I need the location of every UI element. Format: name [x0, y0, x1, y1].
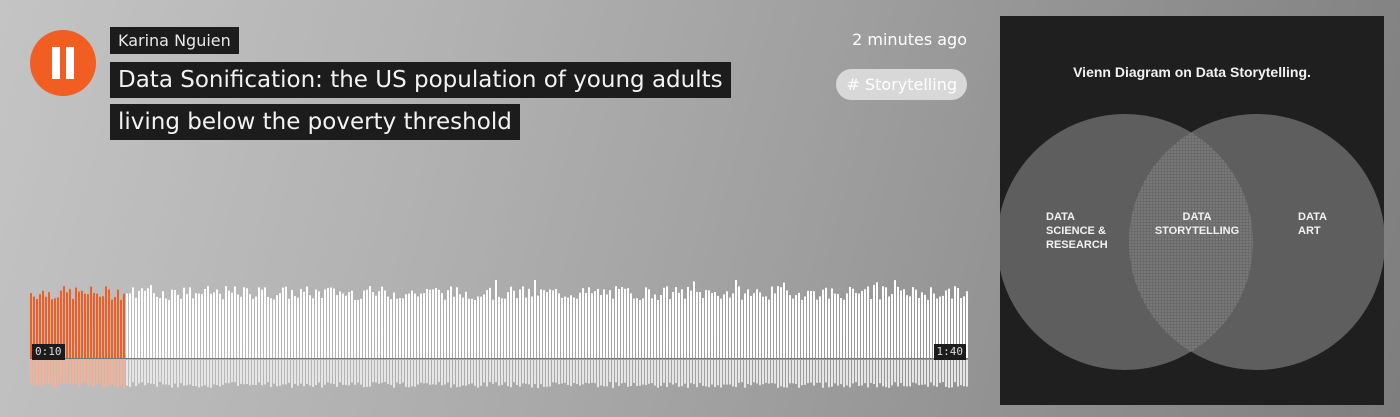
current-time: 0:10 — [32, 344, 65, 360]
artwork-title: Vienn Diagram on Data Storytelling. — [1073, 64, 1311, 80]
posted-time: 2 minutes ago — [852, 30, 967, 49]
tag-storytelling[interactable]: # Storytelling — [836, 69, 967, 100]
artist-name[interactable]: Karina Nguien — [110, 27, 239, 54]
pause-icon — [52, 47, 60, 79]
venn-label-middle: DATA STORYTELLING — [1154, 211, 1240, 237]
track-artwork[interactable]: Vienn Diagram on Data Storytelling. DATA… — [1000, 16, 1384, 405]
track-title[interactable]: Data Sonification: the US population of … — [110, 62, 810, 146]
track-title-line-1[interactable]: Data Sonification: the US population of … — [110, 62, 731, 98]
venn-label-left: DATA SCIENCE & RESEARCH — [1046, 211, 1108, 251]
venn-label-right: DATA ART — [1298, 211, 1327, 237]
waveform[interactable]: 0:10 1:40 — [30, 280, 968, 390]
total-duration: 1:40 — [933, 344, 966, 360]
pause-button[interactable] — [30, 30, 96, 96]
waveform-bars — [30, 280, 968, 388]
track-title-line-2[interactable]: living below the poverty threshold — [110, 104, 520, 140]
